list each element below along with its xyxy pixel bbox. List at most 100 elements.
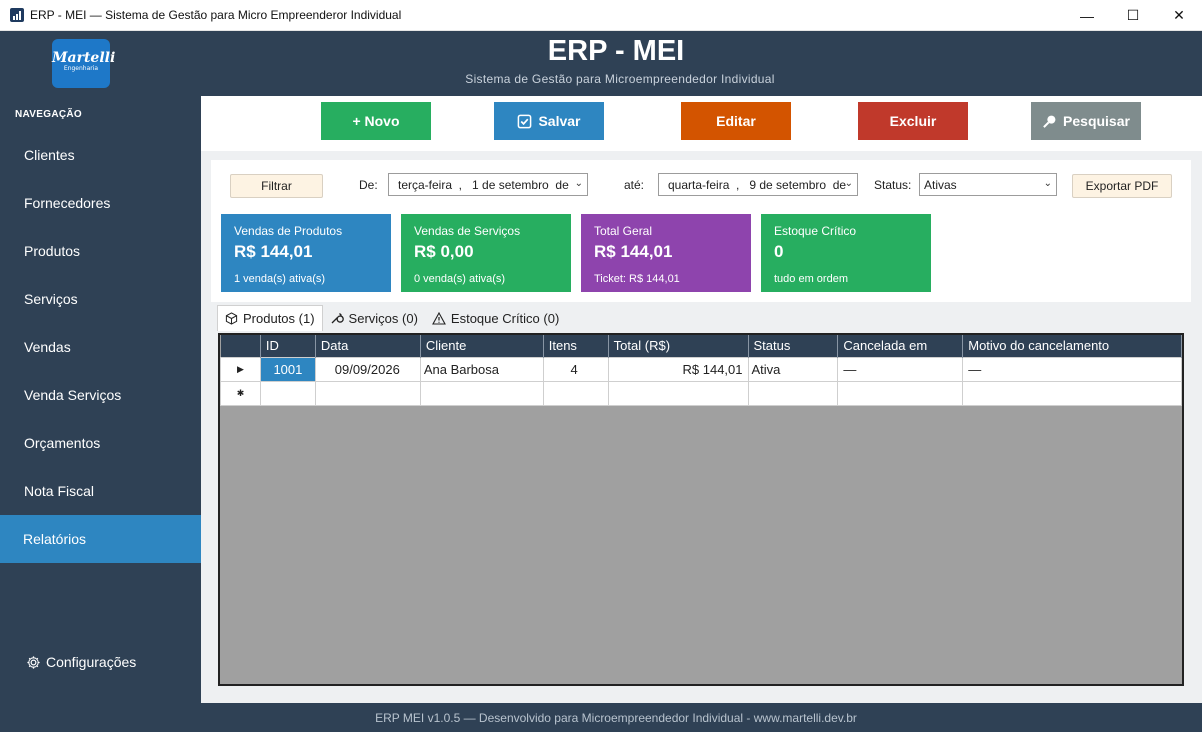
- new-cell[interactable]: [962, 380, 1182, 406]
- tab-estoque-critico[interactable]: Estoque Crítico (0): [425, 305, 566, 331]
- app-subtitle: Sistema de Gestão para Microempreendedor…: [465, 72, 775, 86]
- tab-label: Produtos (1): [243, 311, 315, 326]
- col-header-data[interactable]: Data: [315, 335, 421, 357]
- main-content: + Novo Salvar Editar Excluir Pesquisar F…: [201, 96, 1202, 703]
- cell-cliente[interactable]: Ana Barbosa: [419, 356, 544, 382]
- chevron-down-icon: ⌄: [1043, 178, 1052, 189]
- sidebar-item-nota-fiscal[interactable]: Nota Fiscal: [0, 467, 201, 515]
- salvar-button[interactable]: Salvar: [494, 102, 604, 140]
- new-cell[interactable]: [419, 380, 544, 406]
- excluir-label: Excluir: [889, 113, 937, 129]
- tab-label: Serviços (0): [348, 310, 418, 326]
- app-header: Martelli Engenharia ERP - MEI Sistema de…: [0, 31, 1202, 96]
- pesquisar-button[interactable]: Pesquisar: [1031, 102, 1141, 140]
- settings-label: Configurações: [46, 654, 137, 670]
- date-to-value: quarta-feira , 9 de setembro de: [668, 177, 847, 192]
- filtrar-button[interactable]: Filtrar: [230, 174, 323, 198]
- date-from-picker[interactable]: terça-feira , 1 de setembro de ⌄: [388, 173, 588, 196]
- card-title: Vendas de Produtos: [234, 224, 343, 238]
- card-vendas-servicos: Vendas de Serviços R$ 0,00 0 venda(s) at…: [401, 214, 571, 292]
- card-title: Estoque Crítico: [774, 224, 857, 238]
- toolbar: + Novo Salvar Editar Excluir Pesquisar: [201, 96, 1202, 151]
- col-header-motivo[interactable]: Motivo do cancelamento: [962, 335, 1182, 357]
- date-to-picker[interactable]: quarta-feira , 9 de setembro de ⌄: [658, 173, 858, 196]
- cell-itens[interactable]: 4: [542, 356, 609, 382]
- col-header-cancelada-em[interactable]: Cancelada em: [837, 335, 964, 357]
- sidebar-item-clientes[interactable]: Clientes: [0, 131, 201, 179]
- card-title: Vendas de Serviços: [414, 224, 521, 238]
- ate-label: até:: [624, 178, 645, 192]
- table-row[interactable]: ▶ 1001 09/09/2026 Ana Barbosa 4 R$ 144,0…: [220, 356, 1182, 382]
- novo-button[interactable]: + Novo: [321, 102, 431, 140]
- cell-cancelada-em[interactable]: —: [837, 356, 964, 382]
- window-titlebar: ERP - MEI — Sistema de Gestão para Micro…: [0, 0, 1202, 31]
- new-cell[interactable]: [837, 380, 964, 406]
- card-subtitle: Ticket: R$ 144,01: [594, 273, 680, 285]
- current-row-indicator: ▶: [220, 356, 261, 382]
- maximize-button[interactable]: ☐: [1110, 0, 1156, 31]
- sales-grid: ID Data Cliente Itens Total (R$) Status …: [218, 333, 1184, 686]
- card-value: R$ 144,01: [234, 242, 313, 261]
- tab-produtos[interactable]: Produtos (1): [217, 305, 323, 331]
- card-value: R$ 0,00: [414, 242, 474, 261]
- minimize-button[interactable]: —: [1064, 0, 1110, 31]
- editar-label: Editar: [716, 113, 756, 129]
- sidebar-item-produtos[interactable]: Produtos: [0, 227, 201, 275]
- sidebar-item-orcamentos[interactable]: Orçamentos: [0, 419, 201, 467]
- new-row-indicator: ✱: [220, 380, 261, 406]
- cell-motivo[interactable]: —: [962, 356, 1182, 382]
- sidebar-item-relatorios[interactable]: Relatórios: [0, 515, 201, 563]
- export-pdf-button[interactable]: Exportar PDF: [1072, 174, 1172, 198]
- new-cell[interactable]: [259, 380, 316, 406]
- status-value: Ativas: [924, 177, 957, 192]
- card-title: Total Geral: [594, 224, 653, 238]
- table-header-row: ID Data Cliente Itens Total (R$) Status …: [220, 335, 1182, 357]
- new-cell[interactable]: [747, 380, 839, 406]
- pesquisar-label: Pesquisar: [1063, 113, 1130, 129]
- card-value: R$ 144,01: [594, 242, 673, 261]
- status-footer: ERP MEI v1.0.5 — Desenvolvido para Micro…: [0, 703, 1202, 732]
- col-header-status[interactable]: Status: [748, 335, 839, 357]
- new-cell[interactable]: [607, 380, 749, 406]
- de-label: De:: [359, 178, 378, 192]
- cell-id[interactable]: 1001: [259, 356, 316, 382]
- editar-button[interactable]: Editar: [681, 102, 791, 140]
- card-estoque-critico: Estoque Crítico 0 tudo em ordem: [761, 214, 931, 292]
- excluir-button[interactable]: Excluir: [858, 102, 968, 140]
- new-cell[interactable]: [542, 380, 609, 406]
- box-icon: [225, 312, 238, 325]
- status-select[interactable]: Ativas ⌄: [919, 173, 1057, 196]
- new-row[interactable]: ✱: [220, 380, 1182, 406]
- search-icon: [1043, 115, 1056, 128]
- close-button[interactable]: ✕: [1156, 0, 1202, 31]
- footer-text: ERP MEI v1.0.5 — Desenvolvido para Micro…: [375, 710, 857, 725]
- new-cell[interactable]: [314, 380, 421, 406]
- sidebar-item-fornecedores[interactable]: Fornecedores: [0, 179, 201, 227]
- sales-table: ID Data Cliente Itens Total (R$) Status …: [220, 335, 1182, 406]
- checkbox-icon: [518, 114, 532, 128]
- sidebar-item-venda-servicos[interactable]: Venda Serviços: [0, 371, 201, 419]
- report-panel: Filtrar De: terça-feira , 1 de setembro …: [211, 160, 1191, 302]
- sidebar: NAVEGAÇÃO Clientes Fornecedores Produtos…: [0, 96, 201, 703]
- card-total-geral: Total Geral R$ 144,01 Ticket: R$ 144,01: [581, 214, 751, 292]
- col-header-total[interactable]: Total (R$): [608, 335, 749, 357]
- cell-status[interactable]: Ativa: [747, 356, 839, 382]
- col-header-id[interactable]: ID: [260, 335, 316, 357]
- col-header-cliente[interactable]: Cliente: [420, 335, 544, 357]
- salvar-label: Salvar: [538, 113, 581, 129]
- settings-link[interactable]: Configurações: [26, 654, 136, 670]
- nav-heading: NAVEGAÇÃO: [15, 109, 82, 120]
- card-subtitle: 0 venda(s) ativa(s): [414, 273, 506, 285]
- card-subtitle: 1 venda(s) ativa(s): [234, 273, 326, 285]
- date-from-value: terça-feira , 1 de setembro de: [398, 177, 569, 192]
- cell-total[interactable]: R$ 144,01: [607, 356, 749, 382]
- col-header-itens[interactable]: Itens: [543, 335, 609, 357]
- sidebar-item-vendas[interactable]: Vendas: [0, 323, 201, 371]
- row-header-corner: [220, 335, 261, 357]
- card-value: 0: [774, 242, 784, 261]
- card-subtitle: tudo em ordem: [774, 273, 848, 285]
- wrench-icon: [331, 313, 344, 324]
- sidebar-item-servicos[interactable]: Serviços: [0, 275, 201, 323]
- tab-servicos[interactable]: Serviços (0): [323, 305, 425, 331]
- cell-data[interactable]: 09/09/2026: [314, 356, 421, 382]
